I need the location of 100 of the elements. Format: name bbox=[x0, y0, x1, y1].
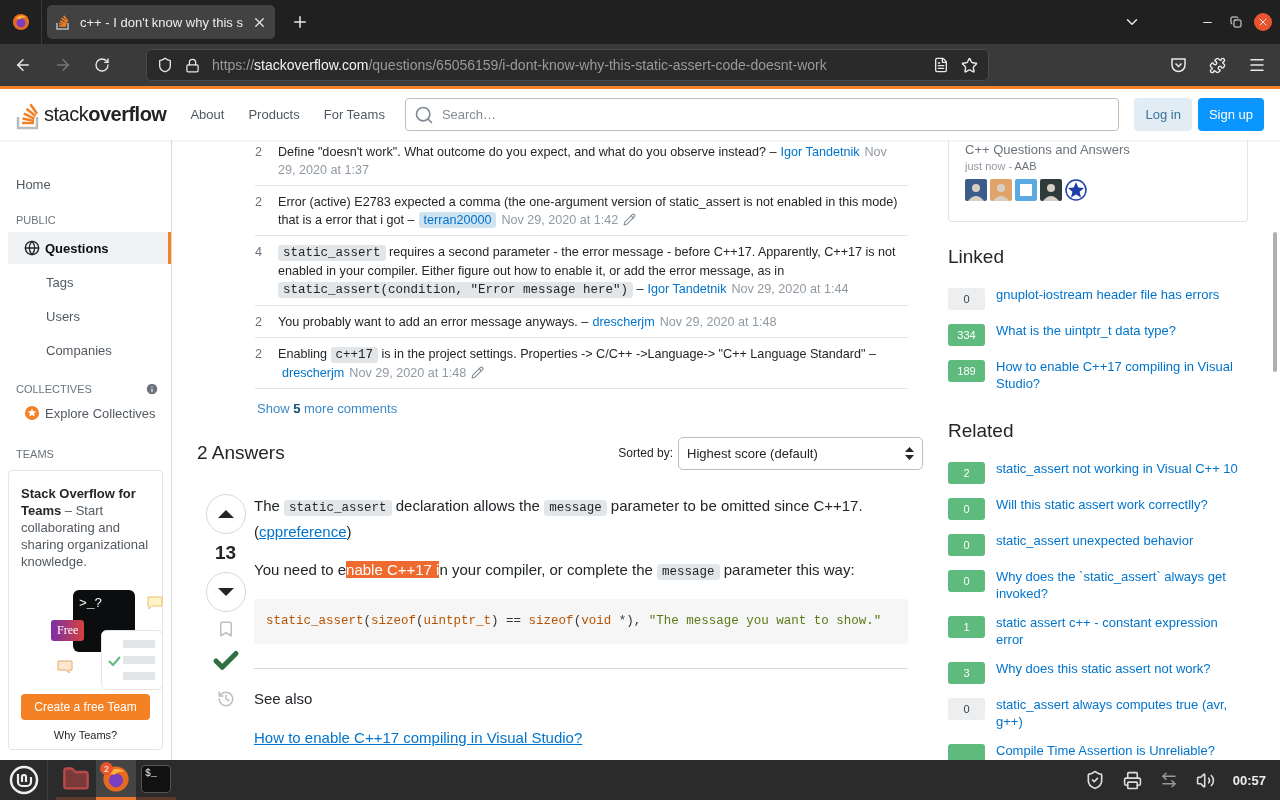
vote-count: 0 bbox=[948, 534, 985, 556]
vote-count: 3 bbox=[948, 662, 985, 684]
vote-count: 0 bbox=[948, 288, 985, 310]
lock-icon bbox=[185, 57, 200, 73]
see-also-heading: See also bbox=[254, 689, 314, 709]
sidebar-item[interactable]: Home bbox=[0, 168, 171, 200]
author-link[interactable]: Igor Tandetnik bbox=[780, 145, 860, 159]
comment-text: Error (active) E2783 expected a comma (the one-argument version of static_assert is not enabled in this mode) that is a error that i got – terran20000 Nov 29, 2020 at 1:42 bbox=[278, 194, 899, 229]
network-icon[interactable] bbox=[1159, 771, 1178, 789]
sidebar-item[interactable]: Tags bbox=[8, 266, 171, 298]
why-teams-link[interactable]: Why Teams? bbox=[21, 729, 150, 741]
sign-up-button[interactable]: Sign up bbox=[1197, 98, 1264, 131]
reference-link[interactable]: cppreference bbox=[259, 523, 347, 540]
terminal-icon[interactable]: $_ bbox=[141, 764, 171, 793]
maximize-icon[interactable] bbox=[1230, 16, 1242, 28]
volume-icon[interactable] bbox=[1195, 770, 1215, 790]
question-link[interactable]: How to enable C++17 compiling in Visual Studio? bbox=[996, 358, 1248, 392]
sidebar-item[interactable]: Explore Collectives bbox=[8, 402, 171, 424]
comment-score: 2 bbox=[255, 194, 263, 211]
taskbar-app[interactable]: $_ bbox=[136, 760, 176, 800]
comment-score: 2 bbox=[255, 314, 263, 331]
question-link[interactable]: Why does this static assert not work? bbox=[996, 660, 1211, 684]
globe-icon bbox=[24, 240, 40, 256]
shield-icon bbox=[157, 57, 173, 73]
stack-logo-icon bbox=[55, 14, 71, 30]
downvote-button[interactable] bbox=[205, 572, 246, 612]
taskbar-app[interactable]: 2 bbox=[96, 760, 136, 800]
code-block: static_assert(sizeof(uintptr_t) == sizeof(void *), "The message you want to show." bbox=[254, 599, 908, 644]
url-field[interactable]: https://stackoverflow.com/questions/65056159/i-dont-know-why-this-static-assert-code-doesnt-work bbox=[146, 49, 989, 81]
author-link[interactable]: drescherjm bbox=[282, 366, 345, 380]
nav-link[interactable]: For Teams bbox=[311, 101, 397, 128]
author-link[interactable]: drescherjm bbox=[592, 315, 655, 329]
author-link[interactable]: Igor Tandetnik bbox=[647, 282, 727, 296]
comment-text: static_assert requires a second parameter - the error message - before C++17. Apparently, C++17 is not enabled in your compiler. Either figure out how to enable it, or add the error message, as in static_assert(condition, "Error message here") – Igor Tandetnik Nov 29, 2020 at 1:44 bbox=[278, 244, 897, 299]
tab-title: c++ - I don't know why this s bbox=[80, 14, 243, 30]
vote-count: 1 bbox=[948, 616, 985, 638]
comment-score: 2 bbox=[255, 346, 263, 363]
reader-view-icon[interactable] bbox=[933, 57, 949, 73]
community-title[interactable]: C++ Questions and Answers bbox=[965, 142, 1231, 157]
folder-icon[interactable] bbox=[62, 764, 90, 793]
question-link[interactable]: static_assert unexpected behavior bbox=[996, 532, 1194, 556]
question-link[interactable]: Why does the `static_assert` always get invoked? bbox=[996, 568, 1248, 602]
section-heading: COLLECTIVES bbox=[16, 383, 92, 395]
caret-down-icon bbox=[216, 587, 235, 597]
related-heading: Related bbox=[948, 420, 1015, 442]
logo-wordmark[interactable]: stackoverflow bbox=[44, 103, 167, 126]
nav-link[interactable]: About bbox=[178, 101, 237, 128]
extensions-icon[interactable] bbox=[1209, 56, 1226, 74]
create-team-button[interactable]: Create a free Team bbox=[21, 694, 150, 720]
nav-link[interactable]: Products bbox=[236, 101, 312, 128]
question-link[interactable]: Compile Time Assertion is Unreliable? bbox=[996, 742, 1215, 760]
upvote-button[interactable] bbox=[205, 494, 246, 534]
question-link[interactable]: static assert c++ - constant expression error bbox=[996, 614, 1248, 648]
linked-heading: Linked bbox=[948, 246, 1005, 268]
question-link[interactable]: Will this static assert work correctlly? bbox=[996, 496, 1208, 520]
question-link[interactable]: static_assert always computes true (avr, g++) bbox=[996, 696, 1248, 730]
search-icon bbox=[413, 104, 434, 125]
info-icon[interactable] bbox=[145, 382, 159, 396]
vote-count: 2 bbox=[948, 462, 985, 484]
back-icon[interactable] bbox=[14, 56, 32, 74]
question-link[interactable]: static_assert not working in Visual C++ 10 bbox=[996, 460, 1238, 484]
sidebar-item[interactable]: Companies bbox=[8, 334, 171, 366]
show-more-link[interactable]: Show 5 more comments bbox=[257, 401, 923, 416]
firefox-icon bbox=[11, 13, 30, 31]
pocket-icon[interactable] bbox=[1170, 57, 1187, 73]
vote-count: 13 bbox=[214, 542, 237, 564]
teams-description: Stack Overflow for Teams – Start collaborating and sharing organizational knowledge. bbox=[21, 485, 150, 570]
close-window-icon[interactable] bbox=[1254, 13, 1272, 31]
vote-count: 189 bbox=[948, 360, 985, 382]
firefox-icon bbox=[102, 764, 130, 793]
scrollbar[interactable] bbox=[1273, 232, 1277, 372]
sort-caret-icon bbox=[905, 446, 914, 460]
vote-count: 0 bbox=[948, 498, 985, 520]
bookmark-star-icon[interactable] bbox=[961, 56, 978, 74]
answers-heading: 2 Answers bbox=[197, 442, 286, 464]
vote-count: 334 bbox=[948, 324, 985, 346]
search-box[interactable]: Search… bbox=[404, 98, 1119, 131]
sidebar-item[interactable]: Users bbox=[8, 300, 171, 332]
log-in-button[interactable]: Log in bbox=[1134, 98, 1192, 131]
sidebar-item[interactable]: Questions bbox=[8, 232, 171, 264]
see-also-link[interactable]: How to enable C++17 compiling in Visual Studio? bbox=[254, 729, 583, 746]
clock: 00:57 bbox=[1232, 772, 1266, 788]
mint-menu-icon[interactable] bbox=[8, 765, 39, 795]
printer-icon[interactable] bbox=[1122, 770, 1142, 790]
menu-icon[interactable] bbox=[1248, 56, 1266, 74]
browser-tab[interactable]: c++ - I don't know why this s bbox=[47, 5, 275, 39]
comment-text: You probably want to add an error message anyways. – drescherjm Nov 29, 2020 at 1:48 bbox=[278, 314, 778, 331]
question-link[interactable]: gnuplot-iostream header file has errors bbox=[996, 286, 1220, 310]
free-badge: Free bbox=[51, 620, 85, 641]
chat-bubble-icon bbox=[147, 596, 163, 610]
sort-select[interactable]: Highest score (default) bbox=[678, 436, 923, 470]
answer-paragraph: You need to enable C++17 in your compiler, or complete the message parameter this way: bbox=[254, 560, 856, 582]
chat-bubble-icon bbox=[57, 660, 73, 674]
question-link[interactable]: What is the uintptr_t data type? bbox=[996, 322, 1176, 346]
community-meta: just now - AAB bbox=[965, 160, 1038, 172]
comment-text: Enabling c++17 is in the project settings. Properties -> C/C++ ->Language-> "C++ Language Standard" – drescherjm Nov 29, 2020 at 1:48 bbox=[278, 346, 877, 382]
author-link[interactable]: terran20000 bbox=[418, 212, 497, 228]
section-heading: PUBLIC bbox=[16, 214, 56, 226]
caret-up-icon bbox=[216, 509, 235, 519]
reload-icon[interactable] bbox=[94, 57, 110, 73]
